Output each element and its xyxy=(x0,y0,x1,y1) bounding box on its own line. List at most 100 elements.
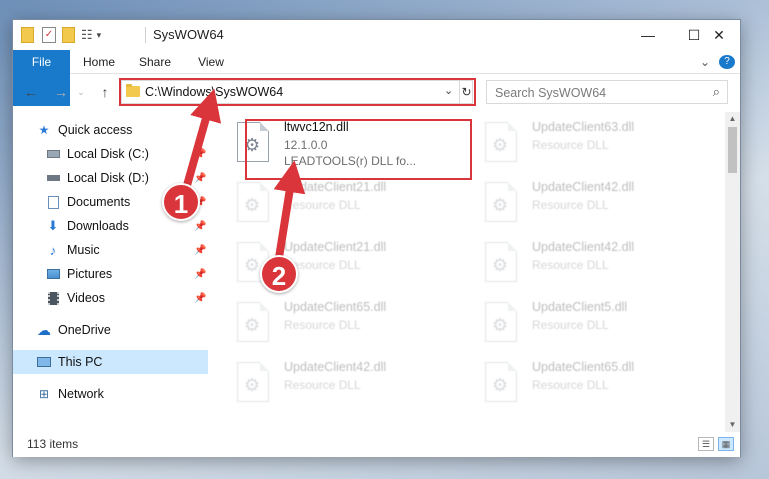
file-description: Resource DLL xyxy=(532,378,609,392)
pin-icon: 📌 xyxy=(194,220,207,232)
file-tile[interactable]: ⚙ UpdateClient63.dll Resource DLL xyxy=(485,120,705,176)
sidebar-item-onedrive[interactable]: ☁ OneDrive xyxy=(13,318,208,342)
tab-view[interactable]: View xyxy=(189,50,233,74)
properties-icon[interactable]: ✓ xyxy=(42,27,56,43)
sidebar-item-label: Pictures xyxy=(67,267,113,281)
pin-icon: 📌 xyxy=(194,172,207,184)
gear-icon: ⚙ xyxy=(492,255,509,275)
file-description: Resource DLL xyxy=(532,318,609,332)
sidebar-item-label: Local Disk (C:) xyxy=(67,147,149,161)
file-name: UpdateClient42.dll xyxy=(532,240,635,254)
tab-home[interactable]: Home xyxy=(75,50,123,74)
tab-share[interactable]: Share xyxy=(131,50,179,74)
sidebar-item-label: Music xyxy=(67,243,100,257)
file-name: UpdateClient21.dll xyxy=(284,180,387,194)
gear-icon: ⚙ xyxy=(244,195,261,215)
gear-icon: ⚙ xyxy=(244,375,261,395)
sidebar-item-pictures[interactable]: Pictures 📌 xyxy=(13,262,208,286)
pin-icon: 📌 xyxy=(194,292,207,304)
sidebar-item-videos[interactable]: Videos 📌 xyxy=(13,286,208,310)
search-box[interactable]: Search SysWOW64 ⌕ xyxy=(486,80,728,104)
navigation-pane: ★ Quick access Local Disk (C:) 📌 Local D… xyxy=(13,112,208,432)
scroll-up-icon[interactable]: ▲ xyxy=(725,112,740,126)
help-icon[interactable]: ? xyxy=(719,55,735,69)
up-arrow-icon[interactable]: ↑ xyxy=(95,82,115,102)
back-arrow-icon[interactable]: ← xyxy=(21,82,41,102)
file-description: Resource DLL xyxy=(284,318,361,332)
pin-icon: 📌 xyxy=(194,268,207,280)
file-highlight-box xyxy=(245,119,472,180)
gear-icon: ⚙ xyxy=(492,315,509,335)
file-name: UpdateClient65.dll xyxy=(532,360,635,374)
pin-icon: 📌 xyxy=(194,244,207,256)
search-input[interactable]: Search SysWOW64 xyxy=(495,86,606,100)
folder-icon[interactable] xyxy=(21,27,34,43)
dll-file-icon: ⚙ xyxy=(485,362,517,402)
file-name: UpdateClient42.dll xyxy=(532,180,635,194)
customize-toolbar-icon[interactable]: ▾ xyxy=(97,30,102,41)
explorer-window: ✓ ☷ ▾ SysWOW64 — ☐ ✕ File Home Share Vie… xyxy=(12,19,741,457)
file-description: Resource DLL xyxy=(532,198,609,212)
file-tile[interactable]: ⚙ UpdateClient42.dll Resource DLL xyxy=(485,240,705,296)
file-description: Resource DLL xyxy=(284,378,361,392)
sidebar-item-label: Videos xyxy=(67,291,105,305)
file-tile[interactable]: ⚙ UpdateClient65.dll Resource DLL xyxy=(237,300,457,356)
pin-icon: 📌 xyxy=(194,148,207,160)
title-separator xyxy=(145,27,146,43)
sidebar-item-this-pc[interactable]: This PC xyxy=(13,350,208,374)
scrollbar-thumb[interactable] xyxy=(728,127,737,173)
sidebar-item-quick-access[interactable]: ★ Quick access xyxy=(13,118,208,142)
sidebar-item-network[interactable]: ⊞ Network xyxy=(13,382,208,406)
sidebar-item-label: Local Disk (D:) xyxy=(67,171,149,185)
file-description: Resource DLL xyxy=(532,138,609,152)
sidebar-item-label: Quick access xyxy=(58,123,133,137)
sidebar-item-label: OneDrive xyxy=(58,323,111,337)
search-icon[interactable]: ⌕ xyxy=(713,84,720,100)
forward-arrow-icon[interactable]: → xyxy=(51,82,71,102)
file-name: UpdateClient63.dll xyxy=(532,120,635,134)
drive-icon xyxy=(46,147,60,161)
sidebar-item-music[interactable]: ♪ Music 📌 xyxy=(13,238,208,262)
sidebar-item-label: This PC xyxy=(58,355,103,369)
file-name: UpdateClient5.dll xyxy=(532,300,628,314)
dll-file-icon: ⚙ xyxy=(485,122,517,162)
gear-icon: ⚙ xyxy=(244,315,261,335)
details-view-icon[interactable]: ☰ xyxy=(698,437,714,451)
expand-ribbon-icon[interactable]: ⌄ xyxy=(697,50,713,74)
file-tile[interactable]: ⚙ UpdateClient21.dll Resource DLL xyxy=(237,180,457,236)
minimize-button[interactable]: — xyxy=(625,20,671,50)
quick-access-toolbar: ✓ ☷ ▾ xyxy=(21,25,101,45)
vertical-scrollbar[interactable]: ▲ ▼ xyxy=(725,112,740,432)
file-name: UpdateClient21.dll xyxy=(284,240,387,254)
file-name: UpdateClient42.dll xyxy=(284,360,387,374)
network-icon: ⊞ xyxy=(38,387,50,401)
sidebar-item-local-disk-c[interactable]: Local Disk (C:) 📌 xyxy=(13,142,208,166)
file-description: Resource DLL xyxy=(284,198,361,212)
sidebar-item-label: Network xyxy=(58,387,104,401)
new-folder-icon[interactable] xyxy=(62,27,75,43)
documents-icon xyxy=(46,195,60,209)
navigation-row: ← → ⌄ ↑ C:\Windows\SysWOW64 ⌄ ↻ Search S… xyxy=(13,74,740,110)
file-tile[interactable]: ⚙ UpdateClient65.dll Resource DLL xyxy=(485,360,705,416)
ribbon: File Home Share View ⌄ ? xyxy=(13,50,740,106)
scroll-down-icon[interactable]: ▼ xyxy=(725,418,740,432)
dll-file-icon: ⚙ xyxy=(485,302,517,342)
cloud-icon: ☁ xyxy=(37,321,51,338)
drive-icon xyxy=(46,171,60,185)
dll-file-icon: ⚙ xyxy=(485,242,517,282)
close-button[interactable]: ✕ xyxy=(696,20,742,50)
step-2-badge: 2 xyxy=(260,255,298,293)
dll-file-icon: ⚙ xyxy=(237,362,269,402)
file-tile[interactable]: ⚙ UpdateClient42.dll Resource DLL xyxy=(237,360,457,416)
recent-locations-icon[interactable]: ⌄ xyxy=(71,82,91,102)
file-tile[interactable]: ⚙ UpdateClient5.dll Resource DLL xyxy=(485,300,705,356)
file-tile[interactable]: ⚙ UpdateClient42.dll Resource DLL xyxy=(485,180,705,236)
dll-file-icon: ⚙ xyxy=(485,182,517,222)
gear-icon: ⚙ xyxy=(492,195,509,215)
view-options-icon[interactable]: ☷ xyxy=(81,27,93,43)
tiles-view-icon[interactable]: ▦ xyxy=(718,437,734,451)
title-bar: ✓ ☷ ▾ SysWOW64 — ☐ ✕ xyxy=(13,20,740,50)
gear-icon: ⚙ xyxy=(244,255,261,275)
file-name: UpdateClient65.dll xyxy=(284,300,387,314)
gear-icon: ⚙ xyxy=(492,375,509,395)
